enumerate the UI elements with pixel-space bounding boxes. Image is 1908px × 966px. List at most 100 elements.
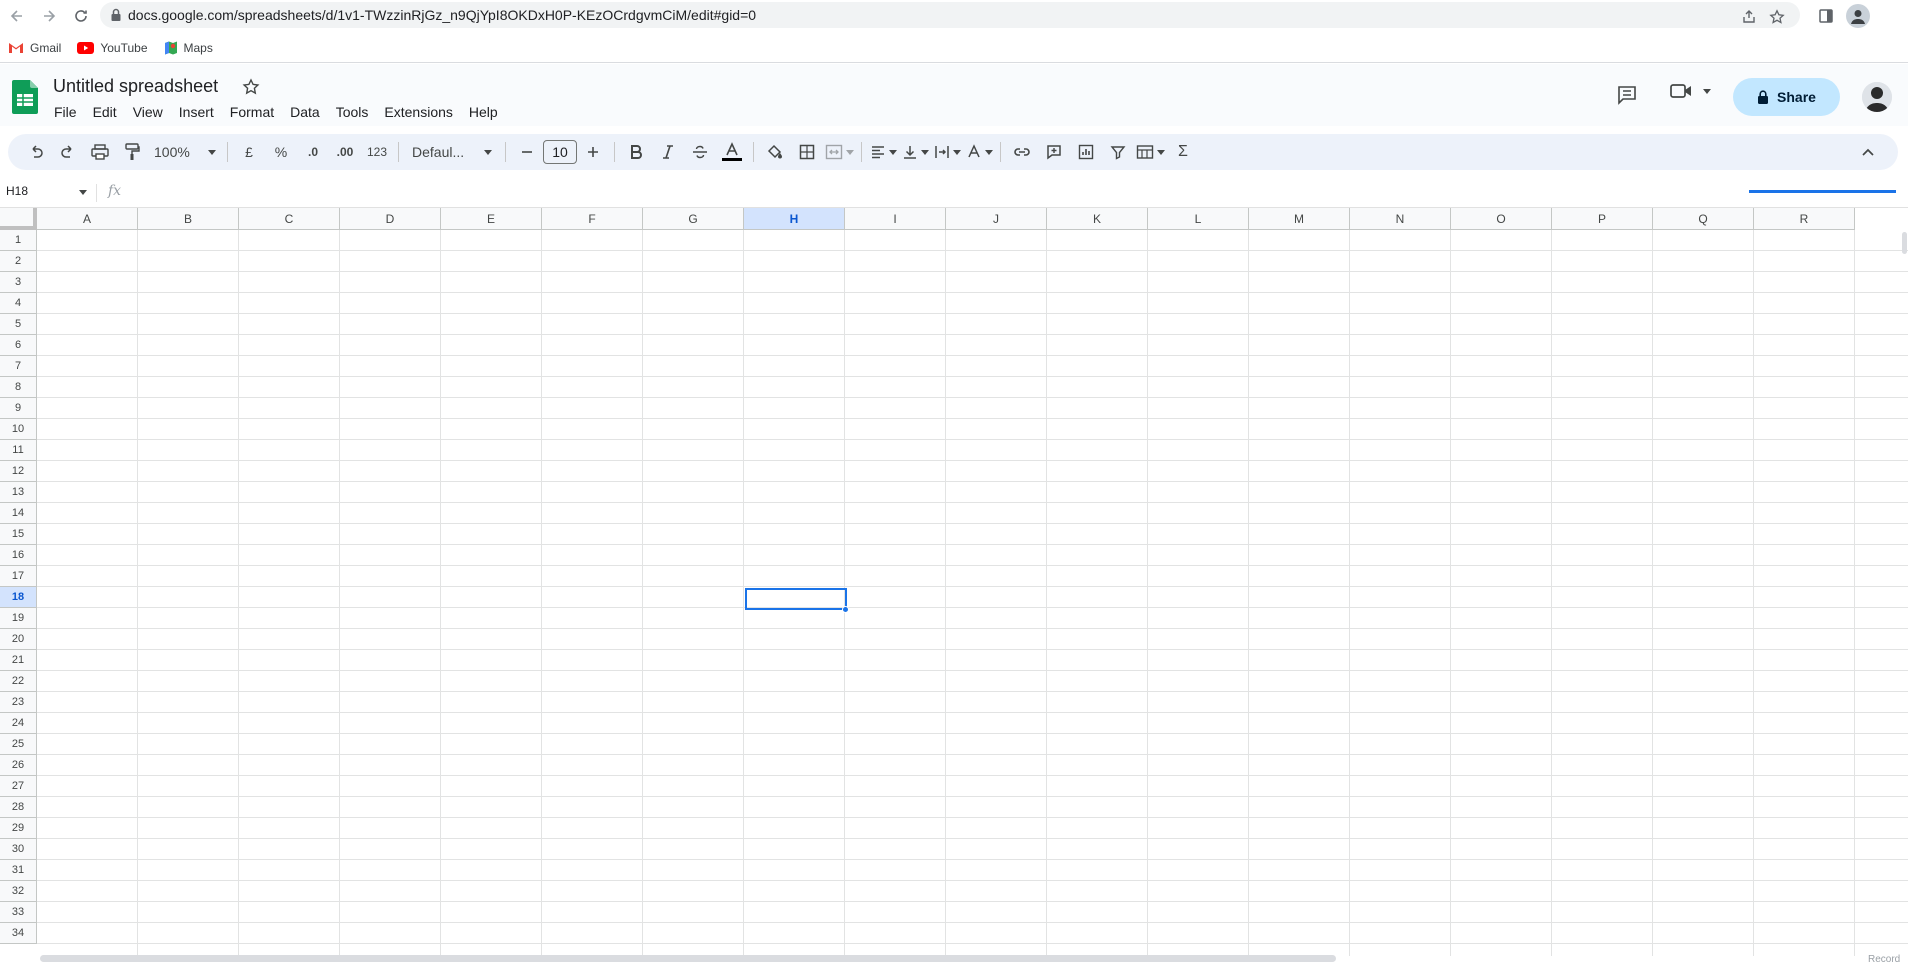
menu-help[interactable]: Help — [461, 102, 506, 122]
insert-chart-icon[interactable] — [1072, 138, 1100, 166]
redo-icon[interactable] — [54, 138, 82, 166]
chevron-down-icon[interactable] — [79, 190, 87, 195]
percent-format-button[interactable]: % — [267, 138, 295, 166]
row-header-23[interactable]: 23 — [0, 692, 37, 713]
name-box[interactable]: H18 — [6, 184, 28, 198]
row-header-32[interactable]: 32 — [0, 881, 37, 902]
row-header-4[interactable]: 4 — [0, 293, 37, 314]
row-header-7[interactable]: 7 — [0, 356, 37, 377]
row-header-21[interactable]: 21 — [0, 650, 37, 671]
row-header-25[interactable]: 25 — [0, 734, 37, 755]
share-button[interactable]: Share — [1733, 78, 1840, 116]
column-header-f[interactable]: F — [542, 208, 643, 230]
row-header-3[interactable]: 3 — [0, 272, 37, 293]
row-header-14[interactable]: 14 — [0, 503, 37, 524]
bookmark-gmail[interactable]: Gmail — [8, 41, 61, 55]
bookmark-star-icon[interactable] — [1766, 6, 1788, 28]
share-page-icon[interactable] — [1738, 6, 1760, 28]
increase-decimal-button[interactable]: .00 — [331, 138, 359, 166]
decrease-decimal-button[interactable]: .0 — [299, 138, 327, 166]
column-header-n[interactable]: N — [1350, 208, 1451, 230]
column-header-q[interactable]: Q — [1653, 208, 1754, 230]
italic-icon[interactable] — [654, 138, 682, 166]
meet-button[interactable] — [1670, 82, 1711, 100]
address-bar[interactable]: docs.google.com/spreadsheets/d/1v1-TWzzi… — [100, 2, 1800, 28]
menu-view[interactable]: View — [125, 102, 171, 122]
column-header-o[interactable]: O — [1451, 208, 1552, 230]
menu-edit[interactable]: Edit — [85, 102, 125, 122]
paint-format-icon[interactable] — [118, 138, 146, 166]
row-header-24[interactable]: 24 — [0, 713, 37, 734]
row-header-11[interactable]: 11 — [0, 440, 37, 461]
merge-cells-icon[interactable] — [825, 138, 854, 166]
strikethrough-icon[interactable] — [686, 138, 714, 166]
filter-icon[interactable] — [1104, 138, 1132, 166]
bookmark-youtube[interactable]: YouTube — [77, 41, 148, 55]
column-header-b[interactable]: B — [138, 208, 239, 230]
text-wrapping-icon[interactable] — [933, 138, 961, 166]
borders-icon[interactable] — [793, 138, 821, 166]
row-header-15[interactable]: 15 — [0, 524, 37, 545]
zoom-select[interactable]: 100% — [150, 138, 220, 166]
minus-icon[interactable] — [513, 138, 541, 166]
row-header-26[interactable]: 26 — [0, 755, 37, 776]
row-header-34[interactable]: 34 — [0, 923, 37, 944]
sheets-logo-icon[interactable] — [12, 80, 38, 114]
row-header-33[interactable]: 33 — [0, 902, 37, 923]
insert-comment-icon[interactable] — [1040, 138, 1068, 166]
functions-button[interactable]: Σ — [1169, 138, 1197, 166]
row-header-17[interactable]: 17 — [0, 566, 37, 587]
fill-handle[interactable] — [842, 606, 849, 613]
horizontal-align-icon[interactable] — [869, 138, 897, 166]
row-header-28[interactable]: 28 — [0, 797, 37, 818]
menu-insert[interactable]: Insert — [171, 102, 222, 122]
row-header-13[interactable]: 13 — [0, 482, 37, 503]
comment-history-icon[interactable] — [1616, 84, 1638, 106]
menu-data[interactable]: Data — [282, 102, 328, 122]
font-select[interactable]: Defaul... — [406, 138, 498, 166]
row-header-31[interactable]: 31 — [0, 860, 37, 881]
back-arrow-icon[interactable] — [2, 1, 32, 31]
insert-link-icon[interactable] — [1008, 138, 1036, 166]
currency-format-button[interactable]: £ — [235, 138, 263, 166]
row-header-18[interactable]: 18 — [0, 587, 37, 608]
row-header-19[interactable]: 19 — [0, 608, 37, 629]
undo-icon[interactable] — [22, 138, 50, 166]
fill-color-icon[interactable] — [761, 138, 789, 166]
document-title[interactable]: Untitled spreadsheet — [53, 76, 218, 97]
filter-views-icon[interactable] — [1136, 138, 1165, 166]
row-header-6[interactable]: 6 — [0, 335, 37, 356]
row-header-27[interactable]: 27 — [0, 776, 37, 797]
column-header-l[interactable]: L — [1148, 208, 1249, 230]
column-header-a[interactable]: A — [37, 208, 138, 230]
row-header-10[interactable]: 10 — [0, 419, 37, 440]
user-avatar[interactable] — [1862, 82, 1892, 112]
row-header-5[interactable]: 5 — [0, 314, 37, 335]
reload-icon[interactable] — [66, 1, 96, 31]
row-header-9[interactable]: 9 — [0, 398, 37, 419]
column-header-m[interactable]: M — [1249, 208, 1350, 230]
browser-profile-avatar[interactable] — [1846, 4, 1870, 28]
column-header-j[interactable]: J — [946, 208, 1047, 230]
menu-extensions[interactable]: Extensions — [376, 102, 460, 122]
row-header-2[interactable]: 2 — [0, 251, 37, 272]
column-header-e[interactable]: E — [441, 208, 542, 230]
collapse-menus-icon[interactable] — [1854, 138, 1882, 166]
column-header-c[interactable]: C — [239, 208, 340, 230]
side-panel-icon[interactable] — [1816, 6, 1836, 26]
text-color-icon[interactable] — [718, 138, 746, 166]
plus-icon[interactable] — [579, 138, 607, 166]
menu-format[interactable]: Format — [222, 102, 282, 122]
row-header-12[interactable]: 12 — [0, 461, 37, 482]
select-all-corner[interactable] — [0, 208, 37, 230]
number-format-button[interactable]: 123 — [363, 138, 391, 166]
vertical-scrollbar[interactable] — [1902, 232, 1907, 254]
text-rotation-icon[interactable] — [965, 138, 993, 166]
star-icon[interactable] — [242, 78, 260, 96]
active-cell-h18[interactable] — [745, 588, 847, 610]
column-header-d[interactable]: D — [340, 208, 441, 230]
print-icon[interactable] — [86, 138, 114, 166]
menu-tools[interactable]: Tools — [328, 102, 377, 122]
row-header-1[interactable]: 1 — [0, 230, 37, 251]
font-size-input[interactable] — [543, 140, 577, 164]
